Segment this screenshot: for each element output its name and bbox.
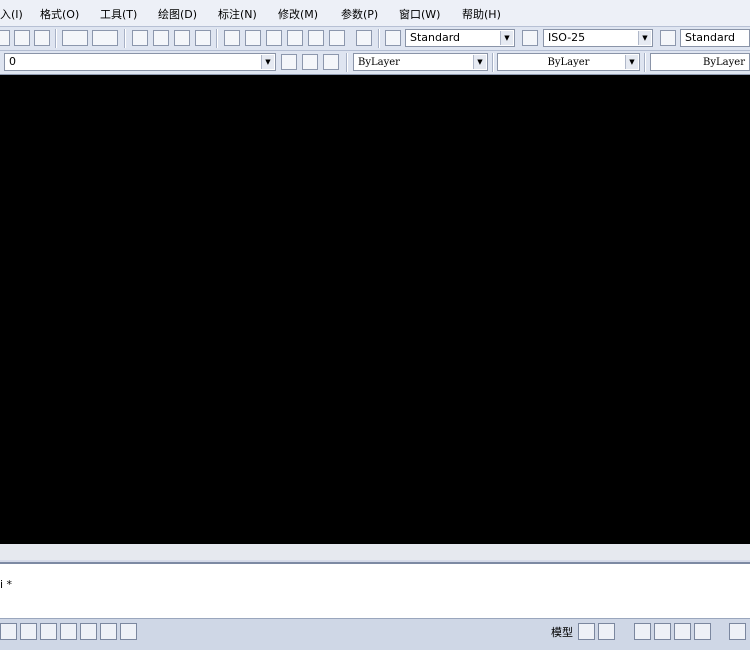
redo-icon[interactable] — [92, 30, 118, 46]
layer-select[interactable]: 0 ▼ — [4, 53, 276, 71]
dynamic-ucs-icon[interactable] — [60, 623, 77, 640]
table-style-icon[interactable] — [660, 30, 676, 46]
text-style-select[interactable]: Standard ▼ — [405, 29, 515, 47]
quick-view-icon[interactable] — [598, 623, 615, 640]
pan-icon[interactable] — [132, 30, 148, 46]
menu-item-tools[interactable]: 工具(T) — [100, 6, 137, 22]
dimension-style-select[interactable]: ISO-25 ▼ — [543, 29, 653, 47]
text-style-icon[interactable] — [385, 30, 401, 46]
quick-properties-icon[interactable] — [120, 623, 137, 640]
dimension-style-value: ISO-25 — [548, 31, 586, 44]
toolbar-separator — [216, 29, 218, 48]
table-style-select[interactable]: Standard — [680, 29, 750, 47]
publish-icon[interactable] — [34, 30, 50, 46]
dynamic-input-icon[interactable] — [80, 623, 97, 640]
undo-icon[interactable] — [62, 30, 88, 46]
status-bar: 模型 — [0, 618, 750, 650]
table-style-value: Standard — [685, 31, 736, 44]
toolbar-separator — [492, 53, 494, 72]
menu-item-dimension[interactable]: 标注(N) — [218, 6, 257, 22]
standard-toolbar: Standard ▼ ISO-25 ▼ Standard — [0, 27, 750, 51]
design-center-icon[interactable] — [245, 30, 261, 46]
drawing-area[interactable] — [0, 75, 750, 544]
help-icon[interactable] — [356, 30, 372, 46]
markup-icon[interactable] — [308, 30, 324, 46]
showmotion-icon[interactable] — [694, 623, 711, 640]
color-select[interactable]: ByLayer ▼ — [353, 53, 488, 71]
snap-tracking-icon[interactable] — [40, 623, 57, 640]
menu-item-insert[interactable]: 入(I) — [0, 6, 23, 22]
toolbar-separator — [124, 29, 126, 48]
layer-states-icon[interactable] — [323, 54, 339, 70]
lineweight-select[interactable]: ByLayer — [650, 53, 750, 71]
chevron-down-icon[interactable]: ▼ — [638, 31, 651, 45]
lineweight-display-icon[interactable] — [100, 623, 117, 640]
command-window[interactable]: i * — [0, 562, 750, 620]
toolbar-separator — [346, 53, 348, 72]
menu-item-parametric[interactable]: 参数(P) — [341, 6, 378, 22]
chevron-down-icon[interactable]: ▼ — [473, 55, 486, 69]
menu-item-help[interactable]: 帮助(H) — [462, 6, 501, 22]
tool-palettes-icon[interactable] — [266, 30, 282, 46]
layout-view-icon[interactable] — [578, 623, 595, 640]
properties-icon[interactable] — [224, 30, 240, 46]
zoom-previous-icon[interactable] — [195, 30, 211, 46]
sheet-set-icon[interactable] — [287, 30, 303, 46]
horizontal-scrollbar[interactable] — [0, 544, 750, 560]
calculator-icon[interactable] — [329, 30, 345, 46]
layer-previous-icon[interactable] — [302, 54, 318, 70]
layers-toolbar: 0 ▼ ByLayer ▼ ByLayer ▼ ByLayer — [0, 51, 750, 75]
chevron-down-icon[interactable]: ▼ — [261, 55, 274, 69]
linetype-select[interactable]: ByLayer ▼ — [497, 53, 640, 71]
zoom-realtime-icon[interactable] — [153, 30, 169, 46]
menu-bar: 入(I) 格式(O) 工具(T) 绘图(D) 标注(N) 修改(M) 参数(P)… — [0, 0, 750, 27]
dimension-style-icon[interactable] — [522, 30, 538, 46]
toolbar-separator — [55, 29, 57, 48]
annotation-scale-icon[interactable] — [729, 623, 746, 640]
zoom-icon[interactable] — [654, 623, 671, 640]
current-layer-value: 0 — [9, 55, 16, 68]
model-tab[interactable]: 模型 — [551, 624, 573, 640]
preview-icon[interactable] — [14, 30, 30, 46]
pan-icon[interactable] — [634, 623, 651, 640]
steering-wheel-icon[interactable] — [674, 623, 691, 640]
chevron-down-icon[interactable]: ▼ — [625, 55, 638, 69]
make-object-layer-current-icon[interactable] — [281, 54, 297, 70]
lineweight-value: ByLayer — [703, 57, 745, 68]
menu-item-window[interactable]: 窗口(W) — [399, 6, 440, 22]
toolbar-separator — [644, 53, 646, 72]
polar-tracking-icon[interactable] — [0, 623, 17, 640]
object-snap-icon[interactable] — [20, 623, 37, 640]
chevron-down-icon[interactable]: ▼ — [500, 31, 513, 45]
color-value: ByLayer — [358, 57, 400, 68]
menu-item-modify[interactable]: 修改(M) — [278, 6, 318, 22]
linetype-value: ByLayer — [547, 57, 590, 68]
plot-icon[interactable] — [0, 30, 10, 46]
text-style-value: Standard — [410, 31, 461, 44]
menu-item-format[interactable]: 格式(O) — [40, 6, 79, 22]
command-history-line: i * — [0, 578, 13, 591]
toolbar-separator — [378, 29, 380, 48]
zoom-window-icon[interactable] — [174, 30, 190, 46]
menu-item-draw[interactable]: 绘图(D) — [158, 6, 197, 22]
